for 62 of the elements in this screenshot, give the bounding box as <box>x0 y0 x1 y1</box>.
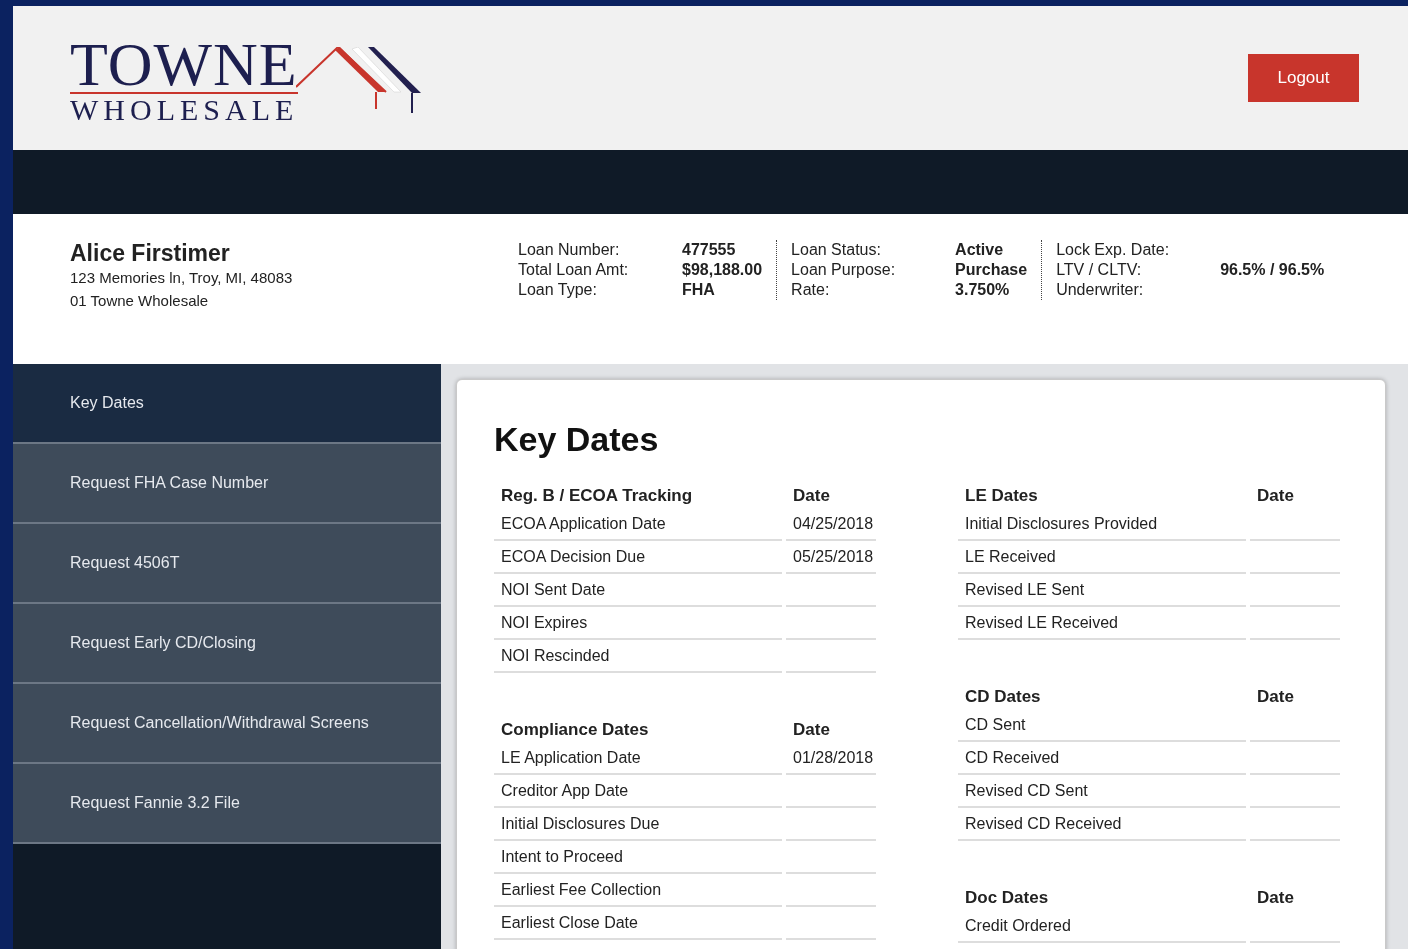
borrower-address: 123 Memories ln, Troy, MI, 48083 <box>70 268 294 288</box>
date-label: LE Application Date <box>501 747 641 768</box>
field-label: Loan Number: <box>518 241 620 258</box>
date-label: Earliest Fee Collection <box>501 879 662 900</box>
date-label: Initial Disclosures Due <box>501 813 660 834</box>
field-value: FHA <box>682 281 715 298</box>
field-label: Lock Exp. Date: <box>1056 241 1170 258</box>
page-title: Key Dates <box>494 419 660 460</box>
date-value: 04/25/2018 <box>793 513 874 534</box>
date-value: 01/28/2018 <box>793 747 874 768</box>
date-value: 05/25/2018 <box>793 546 874 567</box>
table-heading: Compliance Dates <box>500 719 650 741</box>
date-label: ECOA Decision Due <box>501 546 646 567</box>
field-label: Loan Type: <box>518 281 597 298</box>
field-value: Active <box>955 241 1004 258</box>
sidebar-item[interactable]: Request Early CD/Closing <box>13 604 441 684</box>
table-heading: Reg. B / ECOA Tracking <box>500 485 694 507</box>
field-label: Rate: <box>791 281 830 298</box>
table-heading: Date <box>792 485 831 507</box>
field-value: 3.750% <box>955 281 1010 298</box>
date-label: Earliest Close Date <box>501 912 638 933</box>
table-heading: CD Dates <box>964 686 1042 708</box>
date-label: Intent to Proceed <box>501 846 623 867</box>
table-heading: Date <box>792 719 831 741</box>
field-value: $98,188.00 <box>682 261 763 278</box>
field-label: Underwriter: <box>1056 281 1144 298</box>
sidebar-item[interactable]: Request Fannie 3.2 File <box>13 764 441 844</box>
date-label: NOI Rescinded <box>501 645 610 666</box>
table-heading: Date <box>1256 686 1295 708</box>
field-label: LTV / CLTV: <box>1056 261 1142 278</box>
date-label: NOI Sent Date <box>501 579 606 600</box>
table-heading: LE Dates <box>964 485 1039 507</box>
field-label: Loan Status: <box>791 241 881 258</box>
date-label: Revised LE Received <box>965 612 1118 633</box>
date-label: CD Sent <box>965 714 1026 735</box>
logo-wordmark: TOWNE <box>70 38 299 95</box>
date-label: LE Received <box>965 546 1056 567</box>
date-label: NOI Expires <box>501 612 588 633</box>
table-heading: Date <box>1256 887 1295 909</box>
logo-subtitle: WHOLESALE <box>70 95 299 126</box>
date-label: ECOA Application Date <box>501 513 666 534</box>
field-label: Loan Purpose: <box>791 261 896 278</box>
date-label: Revised LE Sent <box>965 579 1085 600</box>
field-value: Purchase <box>955 261 1028 278</box>
sidebar-item[interactable]: Request Cancellation/Withdrawal Screens <box>13 684 441 764</box>
sidebar-item[interactable]: Key Dates <box>13 364 441 444</box>
date-label: Credit Ordered <box>965 915 1071 936</box>
field-value: 477555 <box>682 241 736 258</box>
table-heading: Date <box>1256 485 1295 507</box>
date-label: CD Received <box>965 747 1060 768</box>
table-heading: Doc Dates <box>964 887 1050 909</box>
sidebar-item[interactable]: Request FHA Case Number <box>13 444 441 524</box>
company-name: 01 Towne Wholesale <box>70 291 210 311</box>
field-label: Total Loan Amt: <box>518 261 629 278</box>
date-label: Creditor App Date <box>501 780 629 801</box>
borrower-name: Alice Firstimer <box>70 240 231 266</box>
date-label: Revised CD Received <box>965 813 1122 834</box>
date-label: Revised CD Sent <box>965 780 1088 801</box>
sidebar-item[interactable]: Request 4506T <box>13 524 441 604</box>
field-value: 96.5% / 96.5% <box>1220 261 1325 278</box>
date-label: Initial Disclosures Provided <box>965 513 1158 534</box>
logout-button[interactable]: Logout <box>1248 54 1359 102</box>
